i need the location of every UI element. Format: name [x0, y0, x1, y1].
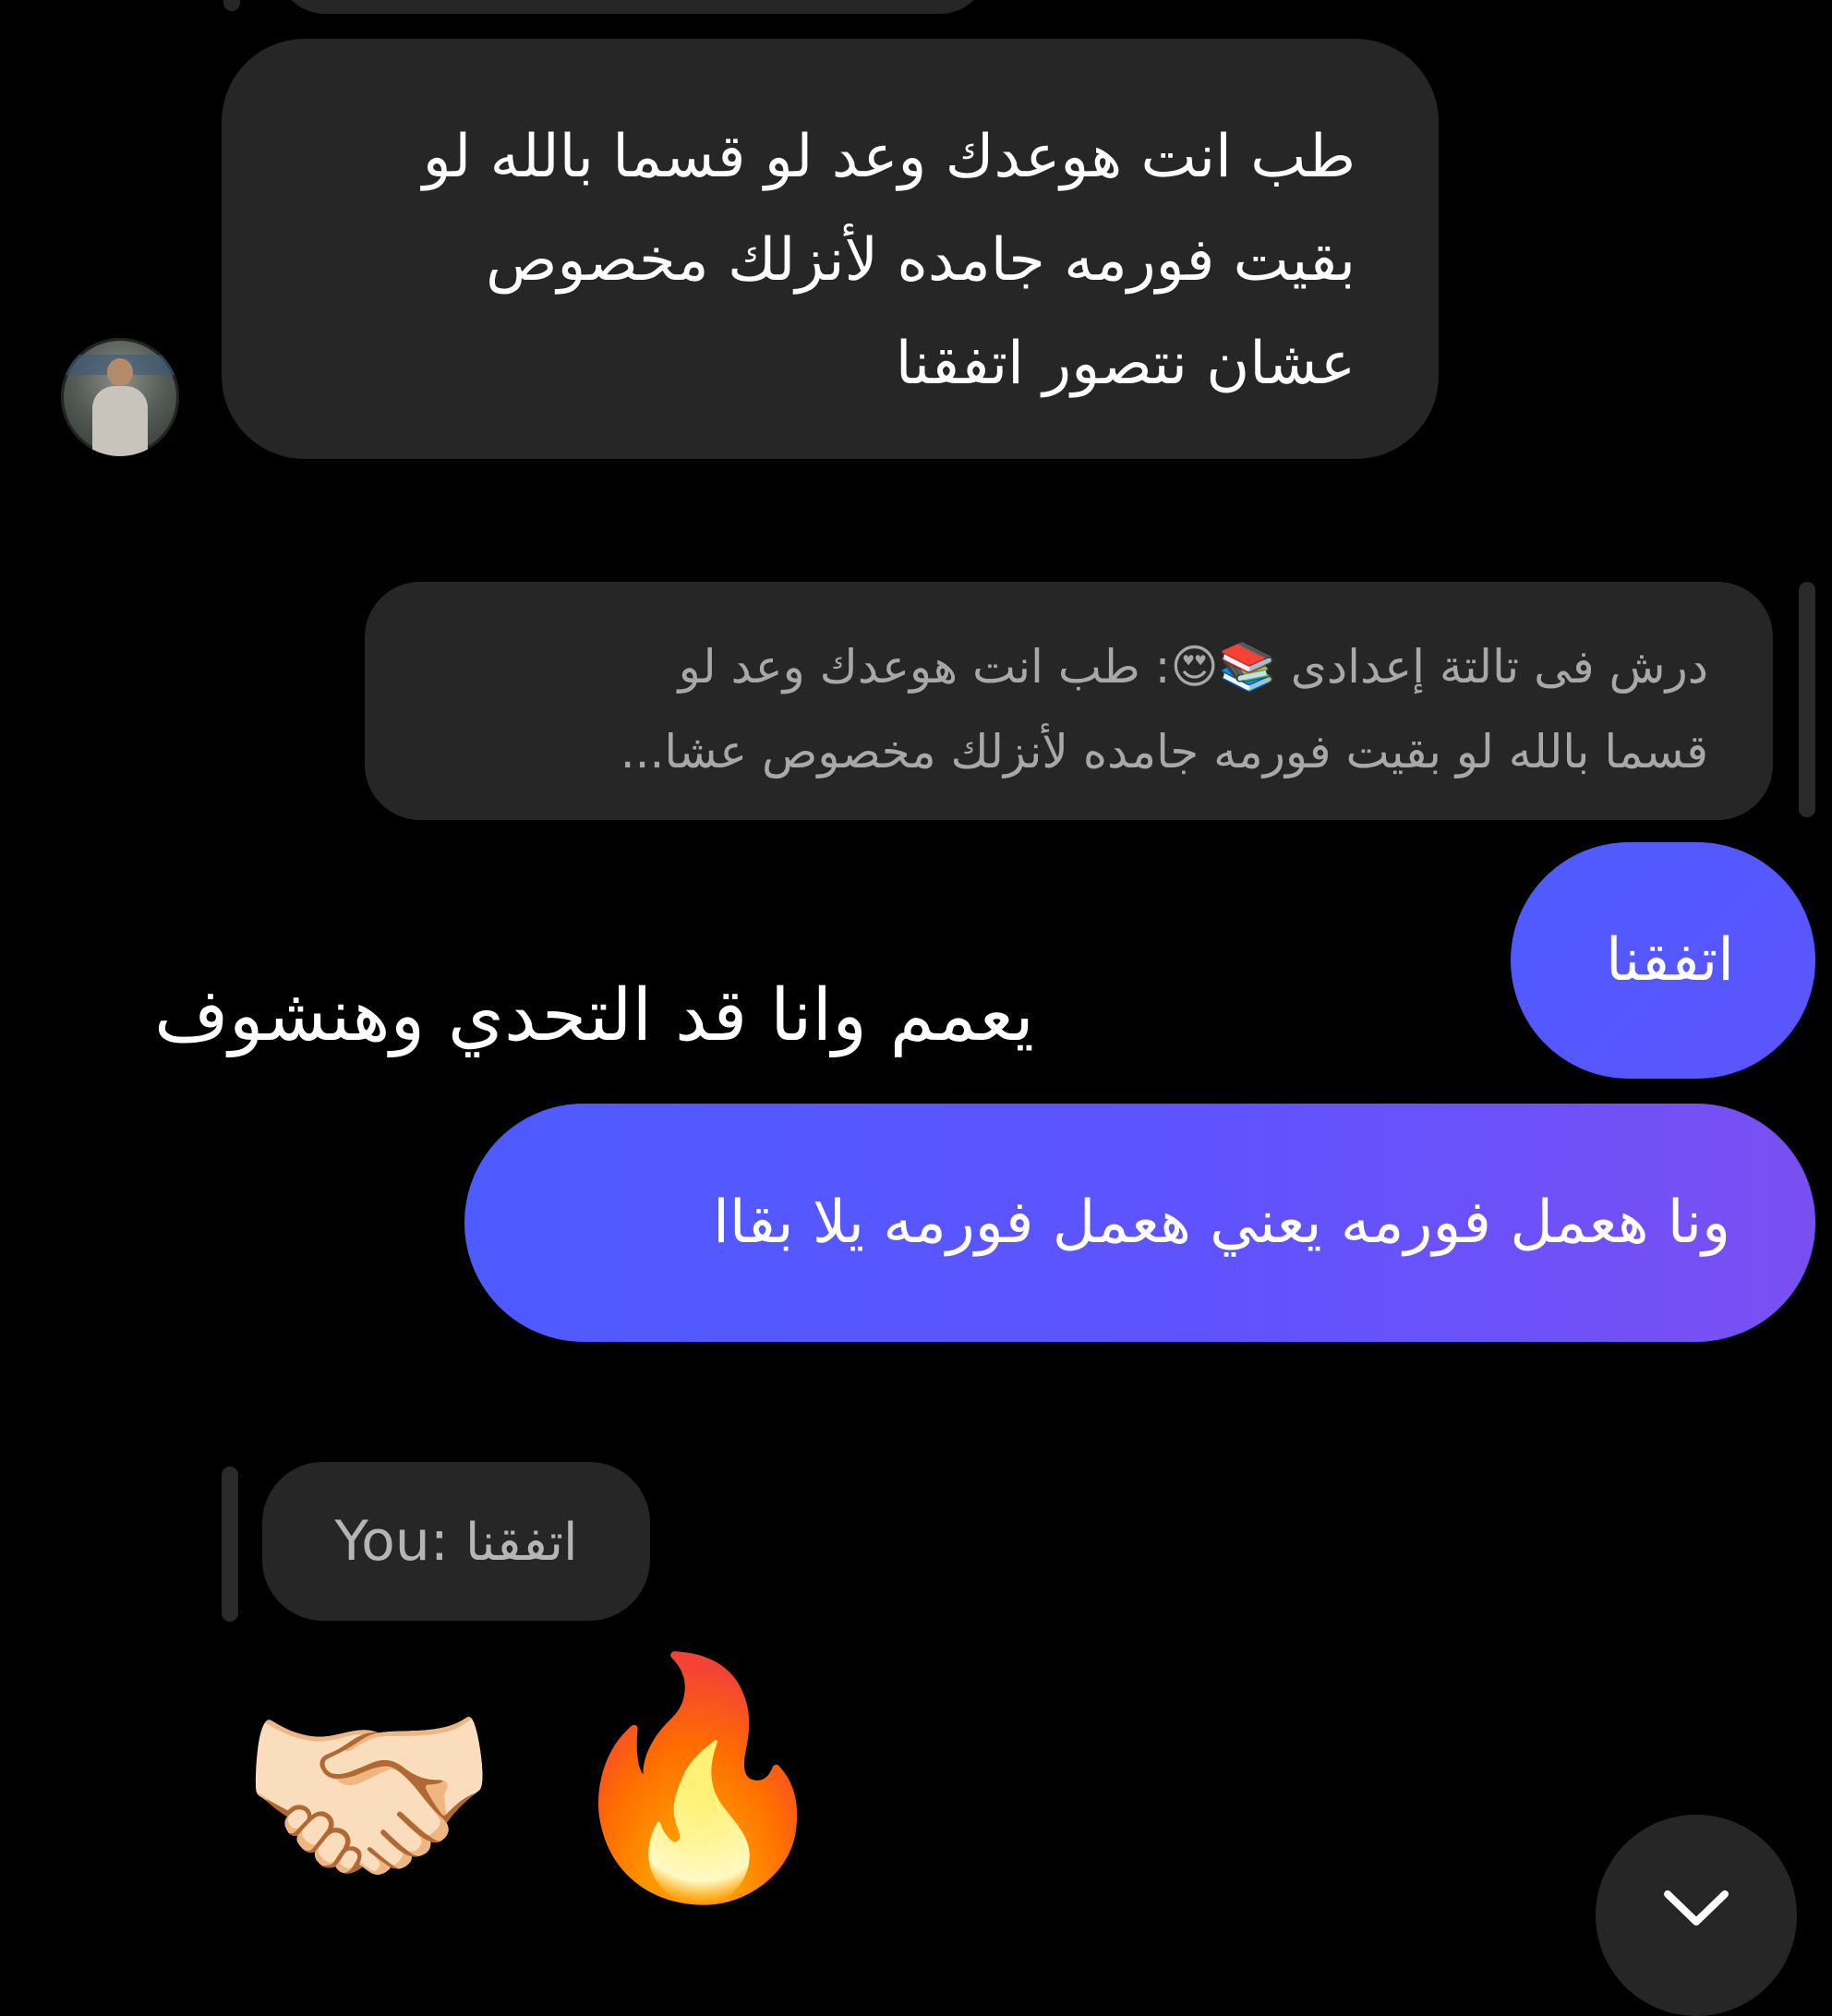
handshake-emoji[interactable]: 🤝🏻: [236, 1690, 500, 1902]
avatar-figure-head: [107, 358, 133, 386]
reply-quote-text: : طب انت هوعدك وعد لو: [678, 640, 1171, 694]
reply-quote-line: درش فى تالتة إعدادى 📚😍: طب انت هوعدك وعد…: [429, 624, 1708, 709]
books-heart-eyes-emoji: 📚😍: [1170, 640, 1276, 694]
reply-quote-bar: [1799, 582, 1815, 817]
outgoing-message-bubble[interactable]: اتفقنا: [1511, 842, 1815, 1079]
incoming-message-line: بقيت فورمه جامده لأنزلك مخصوص: [486, 226, 1356, 295]
outgoing-message-bubble[interactable]: ونا هعمل فورمه يعني هعمل فورمه يلا بقاا: [464, 1104, 1815, 1342]
avatar-figure-body: [92, 386, 148, 456]
reply-quote-sender: You:: [334, 1509, 450, 1574]
reply-quote-line: قسما بالله لو بقيت فورمه جامده لأنزلك مخ…: [620, 725, 1708, 779]
reply-bar-top: [223, 0, 240, 11]
reply-quote-bar: [222, 1467, 238, 1622]
reply-quote-text: اتفقنا: [464, 1513, 578, 1573]
outgoing-message-text: اتفقنا: [1605, 926, 1734, 995]
reply-quote-bubble[interactable]: You: اتفقنا: [262, 1462, 650, 1621]
reply-quote-sender: درش فى تالتة إعدادى: [1290, 640, 1708, 694]
outgoing-message-text: ونا هعمل فورمه يعني هعمل فورمه يلا بقاا: [713, 1189, 1730, 1257]
overlay-caption: يعمم وانا قد التحدي وهنشوف: [154, 974, 1034, 1057]
chevron-down-icon: [1664, 1890, 1729, 1925]
previous-message-bubble[interactable]: [277, 0, 988, 14]
scroll-down-button[interactable]: [1596, 1815, 1797, 2016]
fire-emoji[interactable]: 🔥: [554, 1662, 841, 1893]
reply-quote-bubble[interactable]: درش فى تالتة إعدادى 📚😍: طب انت هوعدك وعد…: [365, 582, 1773, 820]
contact-avatar[interactable]: [61, 338, 179, 456]
incoming-message-line: طب انت هوعدك وعد لو قسما بالله لو: [422, 123, 1356, 191]
incoming-message-bubble[interactable]: طب انت هوعدك وعد لو قسما بالله لو بقيت ف…: [222, 39, 1439, 459]
incoming-message-line: عشان نتصور اتفقنا: [895, 330, 1356, 398]
